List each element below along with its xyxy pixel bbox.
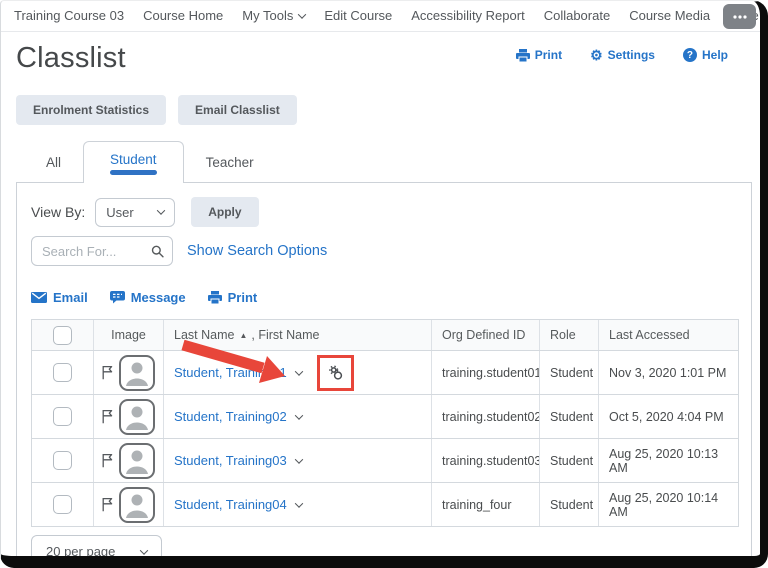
student-name-link[interactable]: Student, Training03	[174, 453, 287, 468]
nav-edit-course[interactable]: Edit Course	[324, 8, 392, 23]
last-accessed-cell: Aug 25, 2020 10:14 AM	[609, 490, 719, 519]
last-accessed-column-header: Last Accessed	[609, 328, 690, 342]
student-name-link[interactable]: Student, Training04	[174, 497, 287, 512]
last-accessed-cell: Oct 5, 2020 4:04 PM	[609, 409, 724, 424]
chevron-down-icon[interactable]	[294, 366, 303, 376]
chevron-down-icon	[156, 206, 166, 215]
select-all-checkbox[interactable]	[53, 325, 72, 345]
row-checkbox[interactable]	[53, 363, 72, 382]
flag-icon[interactable]	[102, 453, 113, 468]
org-id-cell: training.student02	[432, 395, 540, 438]
annotation-highlight-box	[316, 354, 354, 391]
navbar-overflow-button[interactable]	[723, 4, 756, 29]
page-utilities: Print ⚙ Settings ? Help	[515, 48, 728, 62]
chevron-down-icon[interactable]	[294, 454, 303, 464]
nav-course-media[interactable]: Course Media	[629, 8, 710, 23]
gear-icon: ⚙	[590, 47, 603, 63]
last-accessed-cell: Nov 3, 2020 1:01 PM	[609, 365, 727, 380]
tab-student[interactable]: Student	[83, 141, 184, 183]
flag-icon[interactable]	[102, 409, 113, 424]
printer-icon	[515, 48, 530, 62]
bulk-actions-row: Email Message Print	[31, 290, 737, 305]
print-action[interactable]: Print	[207, 290, 257, 305]
table-row: Student, Training03 training.student03 S…	[32, 439, 738, 483]
help-link[interactable]: ? Help	[682, 48, 728, 62]
view-by-row: View By: User Apply	[31, 197, 737, 227]
avatar-placeholder-icon	[118, 398, 155, 435]
avatar-placeholder-icon	[118, 442, 155, 479]
avatar-placeholder-icon	[118, 354, 155, 391]
role-cell: Student	[540, 483, 599, 526]
speech-bubble-icon	[109, 291, 125, 304]
tab-all[interactable]: All	[24, 145, 83, 182]
role-column-header: Role	[540, 320, 599, 350]
chevron-down-icon	[763, 9, 768, 19]
page-header: Classlist Print ⚙ Settings ? Help	[16, 42, 752, 75]
flag-icon[interactable]	[102, 497, 113, 512]
last-accessed-cell: Aug 25, 2020 10:13 AM	[609, 446, 719, 475]
show-search-options-link[interactable]: Show Search Options	[187, 243, 327, 259]
chevron-down-icon	[140, 545, 149, 555]
impersonate-icon[interactable]	[327, 364, 344, 381]
table-row: Student, Training01 training.student01 S…	[32, 351, 738, 395]
row-checkbox[interactable]	[53, 407, 72, 426]
email-classlist-button[interactable]: Email Classlist	[178, 95, 297, 125]
view-by-label: View By:	[31, 204, 86, 220]
settings-link[interactable]: ⚙ Settings	[590, 48, 655, 62]
classlist-table: Image Last Name ▲ , First Name Org Defin…	[31, 319, 739, 568]
enrolment-statistics-button[interactable]: Enrolment Statistics	[16, 95, 167, 125]
role-cell: Student	[540, 439, 599, 482]
envelope-icon	[31, 292, 47, 303]
role-tabs: All Student Teacher	[16, 141, 752, 183]
view-by-select[interactable]: User	[95, 197, 176, 227]
row-checkbox[interactable]	[53, 451, 72, 470]
row-checkbox[interactable]	[53, 495, 72, 514]
avatar-placeholder-icon	[118, 486, 155, 523]
role-cell: Student	[540, 351, 599, 394]
search-icon[interactable]	[151, 244, 164, 259]
classlist-toolbar: Enrolment Statistics Email Classlist	[16, 95, 752, 125]
help-icon: ?	[682, 48, 697, 62]
active-tab-indicator	[110, 170, 157, 175]
org-id-cell: training.student03	[432, 439, 540, 482]
print-link[interactable]: Print	[515, 48, 562, 62]
name-column-header[interactable]: Last Name ▲ , First Name	[164, 320, 432, 350]
per-page-select[interactable]: 20 per page	[31, 535, 163, 568]
org-id-cell: training.student01	[432, 351, 540, 394]
tab-teacher[interactable]: Teacher	[184, 145, 276, 182]
image-column-header: Image	[94, 320, 164, 350]
table-header-row: Image Last Name ▲ , First Name Org Defin…	[32, 320, 738, 351]
flag-icon[interactable]	[102, 365, 113, 380]
student-name-link[interactable]: Student, Training02	[174, 409, 287, 424]
chevron-down-icon	[298, 9, 307, 19]
table-row: Student, Training04 training_four Studen…	[32, 483, 738, 527]
student-name-link[interactable]: Student, Training01	[174, 365, 287, 380]
nav-course-home[interactable]: Course Home	[143, 8, 223, 23]
nav-my-tools[interactable]: My Tools	[242, 8, 307, 23]
search-input[interactable]	[42, 243, 151, 259]
classlist-panel: View By: User Apply Show Search Options	[16, 182, 752, 568]
chevron-down-icon[interactable]	[294, 498, 303, 508]
message-action[interactable]: Message	[109, 290, 186, 305]
apply-button[interactable]: Apply	[191, 197, 259, 227]
ellipsis-icon	[732, 14, 747, 19]
nav-accessibility-report[interactable]: Accessibility Report	[411, 8, 524, 23]
email-action[interactable]: Email	[31, 290, 88, 305]
search-row: Show Search Options	[31, 236, 737, 266]
role-cell: Student	[540, 395, 599, 438]
nav-course-title[interactable]: Training Course 03	[14, 8, 124, 23]
table-row: Student, Training02 training.student02 S…	[32, 395, 738, 439]
classlist-page: Training Course 03 Course Home My Tools …	[0, 0, 768, 568]
nav-collaborate[interactable]: Collaborate	[544, 8, 611, 23]
printer-icon	[207, 291, 222, 304]
org-id-cell: training_four	[432, 483, 540, 526]
sort-ascending-icon: ▲	[239, 330, 248, 340]
page-title: Classlist	[16, 42, 126, 74]
chevron-down-icon[interactable]	[294, 410, 303, 420]
select-all-cell	[32, 320, 94, 350]
search-box	[31, 236, 173, 266]
course-navbar: Training Course 03 Course Home My Tools …	[0, 0, 768, 32]
org-id-column-header: Org Defined ID	[432, 320, 540, 350]
